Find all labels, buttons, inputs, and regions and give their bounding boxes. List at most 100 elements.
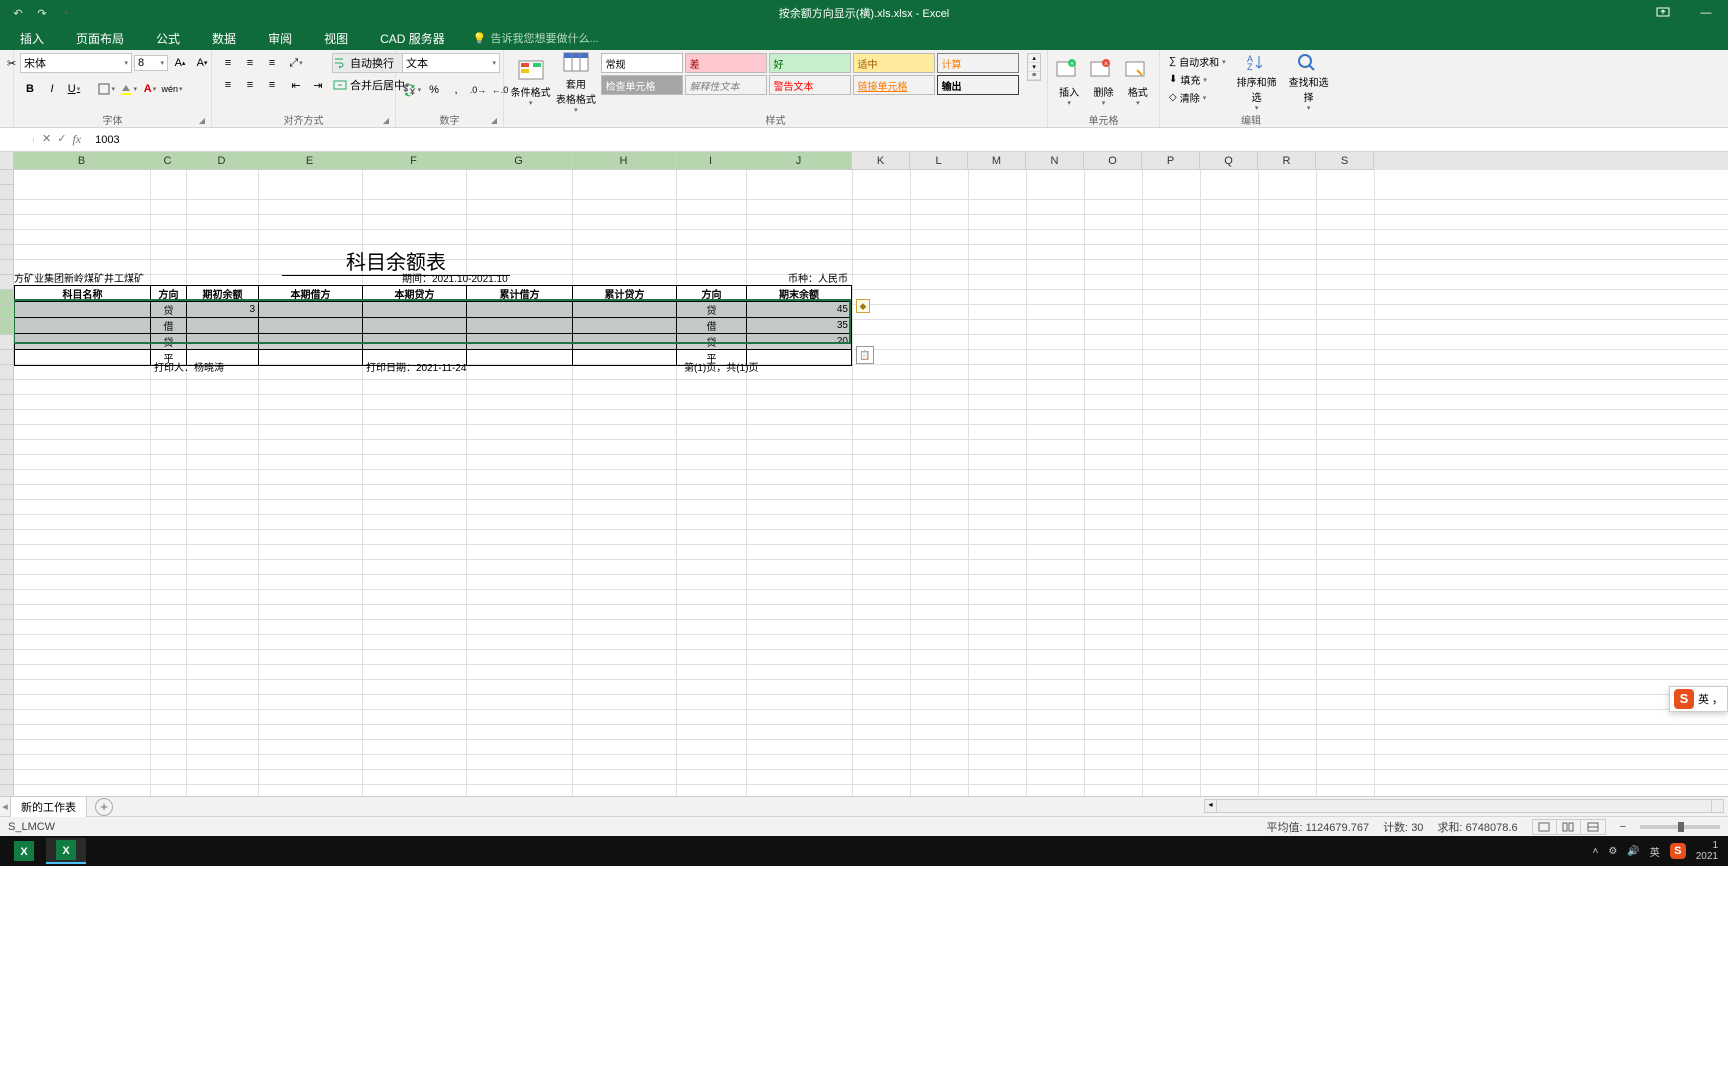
- find-select-button[interactable]: 查找和选择▾: [1285, 53, 1333, 111]
- align-top-button[interactable]: ≡: [218, 53, 238, 73]
- zoom-slider[interactable]: [1640, 825, 1720, 829]
- row-header[interactable]: [0, 695, 14, 710]
- col-header-O[interactable]: O: [1084, 152, 1142, 170]
- row-header[interactable]: [0, 530, 14, 545]
- row-header[interactable]: [0, 365, 14, 380]
- fill-color-button[interactable]: ▾: [118, 79, 138, 99]
- paste-options-tag[interactable]: 📋: [856, 346, 874, 364]
- row-header[interactable]: [0, 410, 14, 425]
- row-header[interactable]: [0, 260, 14, 275]
- row-header[interactable]: [0, 740, 14, 755]
- row-header[interactable]: [0, 755, 14, 770]
- row-header[interactable]: [0, 770, 14, 785]
- tab-data[interactable]: 数据: [202, 26, 246, 51]
- minimize-button[interactable]: —: [1696, 7, 1716, 19]
- orientation-button[interactable]: ⤢▾: [286, 53, 306, 73]
- italic-button[interactable]: I: [42, 79, 62, 99]
- enter-icon[interactable]: ✓: [57, 132, 66, 147]
- col-header-C[interactable]: C: [150, 152, 186, 170]
- scroll-left-icon[interactable]: ◂: [1205, 800, 1217, 812]
- tray-clock[interactable]: 12021: [1696, 840, 1718, 862]
- increase-decimal-button[interactable]: .0→: [468, 80, 488, 100]
- conditional-formatting-button[interactable]: 条件格式▾: [510, 53, 551, 111]
- style-linked[interactable]: 链接单元格: [853, 75, 935, 95]
- font-size-combo[interactable]: 8▾: [134, 55, 168, 71]
- style-calc[interactable]: 计算: [937, 53, 1019, 73]
- percent-button[interactable]: %: [424, 80, 444, 100]
- row-headers[interactable]: [0, 170, 14, 796]
- row-header[interactable]: [0, 185, 14, 200]
- taskbar-excel-1[interactable]: X: [4, 838, 44, 864]
- row-header[interactable]: [0, 335, 14, 350]
- page-layout-view-button[interactable]: [1557, 820, 1581, 834]
- horizontal-scrollbar[interactable]: ◂: [1204, 799, 1724, 813]
- worksheet-grid[interactable]: BCDEFGHIJKLMNOPQRS 科目余额表 方矿业集团新岭煤矿井工煤矿 期…: [0, 152, 1728, 796]
- col-header-M[interactable]: M: [968, 152, 1026, 170]
- autosum-button[interactable]: ∑自动求和▾: [1166, 53, 1229, 70]
- fill-button[interactable]: ⬇填充▾: [1166, 71, 1229, 88]
- tab-view[interactable]: 视图: [314, 26, 358, 51]
- underline-button[interactable]: U▾: [64, 79, 84, 99]
- row-header[interactable]: [0, 500, 14, 515]
- sheet-nav-prev[interactable]: ◂: [0, 800, 10, 813]
- trace-error-tag[interactable]: ◆: [856, 299, 870, 313]
- col-header-Q[interactable]: Q: [1200, 152, 1258, 170]
- col-header-H[interactable]: H: [572, 152, 676, 170]
- formula-input[interactable]: [89, 132, 1728, 148]
- row-header[interactable]: [0, 560, 14, 575]
- increase-indent-button[interactable]: ⇥: [308, 75, 328, 95]
- style-normal[interactable]: 常规: [601, 53, 683, 73]
- row-header[interactable]: [0, 650, 14, 665]
- wifi-icon[interactable]: ⚙: [1608, 846, 1617, 857]
- row-header[interactable]: [0, 350, 14, 365]
- col-header-K[interactable]: K: [852, 152, 910, 170]
- align-bottom-button[interactable]: ≡: [262, 53, 282, 73]
- sheet-tab-active[interactable]: 新的工作表: [10, 796, 87, 817]
- volume-icon[interactable]: 🔊: [1627, 846, 1639, 857]
- row-header[interactable]: [0, 215, 14, 230]
- add-sheet-button[interactable]: +: [95, 798, 113, 816]
- cell-styles-gallery[interactable]: 常规 差 好 适中 计算 检查单元格 解释性文本 警告文本 链接单元格 输出: [601, 53, 1024, 95]
- style-check[interactable]: 检查单元格: [601, 75, 683, 95]
- row-header[interactable]: [0, 545, 14, 560]
- row-header[interactable]: [0, 245, 14, 260]
- row-header[interactable]: [0, 455, 14, 470]
- style-good[interactable]: 好: [769, 53, 851, 73]
- undo-button[interactable]: ↶: [10, 5, 26, 21]
- column-headers[interactable]: BCDEFGHIJKLMNOPQRS: [14, 152, 1728, 170]
- style-bad[interactable]: 差: [685, 53, 767, 73]
- ribbon-display-button[interactable]: [1656, 7, 1676, 19]
- alignment-dialog-launcher[interactable]: ◢: [381, 116, 391, 126]
- style-output[interactable]: 输出: [937, 75, 1019, 95]
- styles-scroll[interactable]: ▴▾≡: [1027, 53, 1041, 81]
- col-header-D[interactable]: D: [186, 152, 258, 170]
- row-header[interactable]: [0, 200, 14, 215]
- row-header[interactable]: [0, 485, 14, 500]
- col-header-G[interactable]: G: [466, 152, 572, 170]
- row-header[interactable]: [0, 725, 14, 740]
- qat-customize[interactable]: ▾: [58, 5, 74, 21]
- zoom-out-button[interactable]: −: [1620, 821, 1626, 833]
- grow-font-button[interactable]: A▴: [170, 53, 190, 73]
- cancel-icon[interactable]: ✕: [42, 132, 51, 147]
- col-header-F[interactable]: F: [362, 152, 466, 170]
- row-header[interactable]: [0, 590, 14, 605]
- row-header[interactable]: [0, 605, 14, 620]
- decrease-indent-button[interactable]: ⇤: [286, 75, 306, 95]
- row-header[interactable]: [0, 680, 14, 695]
- tab-cad[interactable]: CAD 服务器: [370, 26, 455, 51]
- row-header[interactable]: [0, 170, 14, 185]
- align-left-button[interactable]: ≡: [218, 75, 238, 95]
- borders-button[interactable]: ▾: [96, 79, 116, 99]
- balance-table[interactable]: 科目名称 方向 期初余额 本期借方 本期贷方 累计借方 累计贷方 方向 期末余额…: [14, 285, 852, 366]
- redo-button[interactable]: ↷: [34, 5, 50, 21]
- delete-cells-button[interactable]: ×删除▾: [1088, 53, 1118, 111]
- row-header[interactable]: [0, 620, 14, 635]
- row-header[interactable]: [0, 470, 14, 485]
- row-header[interactable]: [0, 575, 14, 590]
- sogou-tray-icon[interactable]: S: [1670, 843, 1686, 859]
- scroll-right-icon[interactable]: [1711, 800, 1723, 812]
- number-dialog-launcher[interactable]: ◢: [489, 116, 499, 126]
- col-header-B[interactable]: B: [14, 152, 150, 170]
- accounting-format-button[interactable]: 💱▾: [402, 80, 422, 100]
